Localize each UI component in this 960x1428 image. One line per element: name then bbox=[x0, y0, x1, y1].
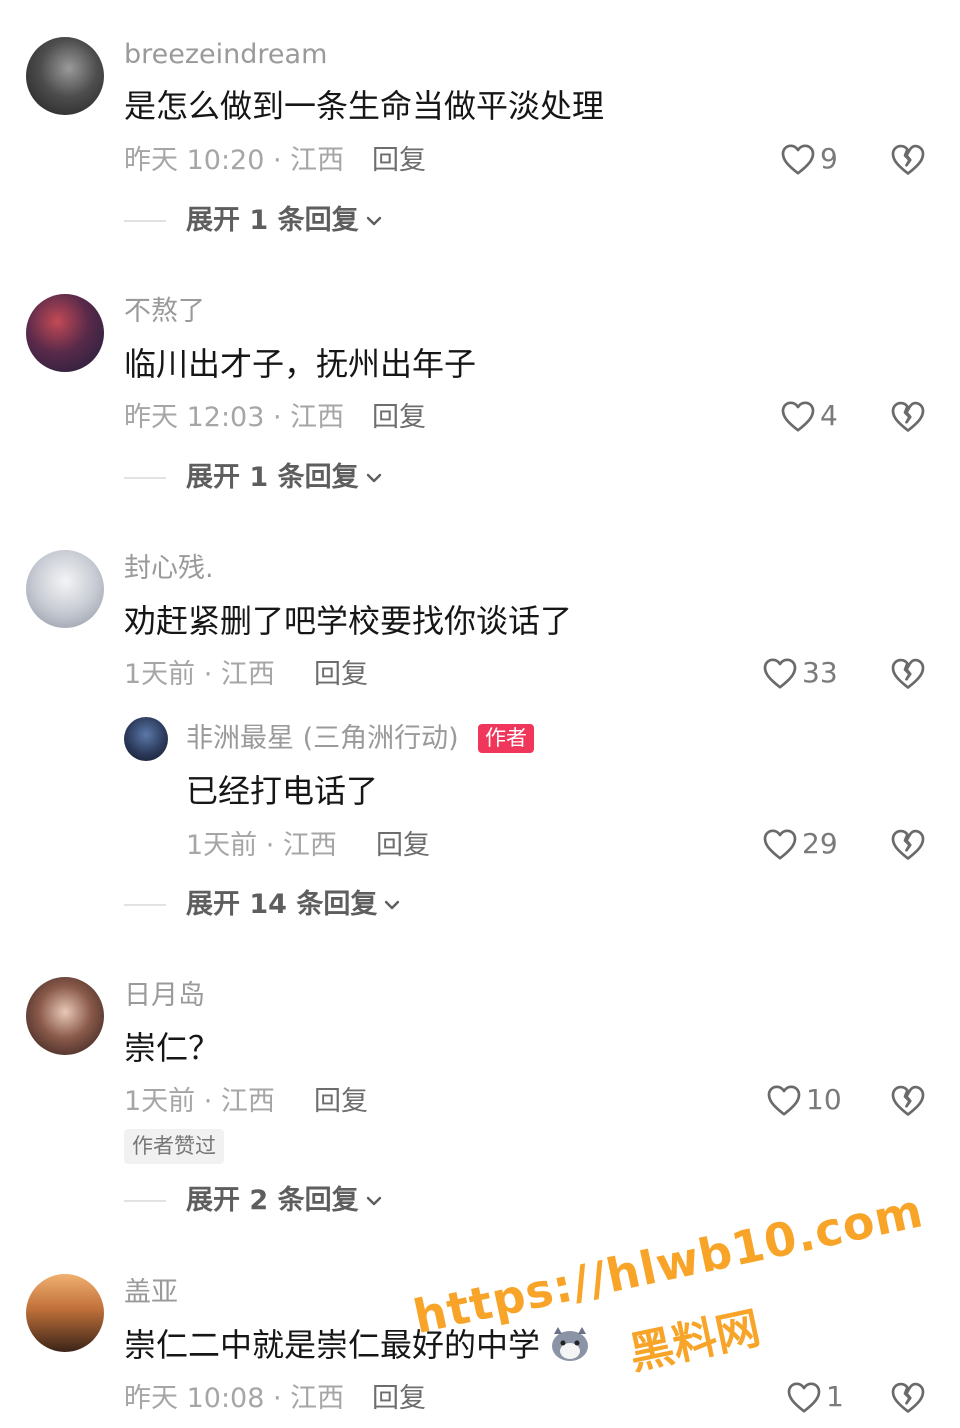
broken-heart-icon[interactable] bbox=[890, 399, 926, 435]
like-button[interactable]: 29 bbox=[762, 827, 838, 861]
watermark-name: 黑料网 bbox=[624, 1302, 765, 1381]
broken-heart-icon[interactable] bbox=[890, 142, 926, 178]
expand-label: 展开 1 条回复 bbox=[186, 462, 359, 493]
avatar[interactable] bbox=[26, 37, 104, 115]
username[interactable]: 不熬了 bbox=[124, 298, 205, 325]
expand-label: 展开 2 条回复 bbox=[186, 1185, 359, 1216]
reply-button[interactable]: 回复 bbox=[372, 147, 426, 174]
chevron-down-icon bbox=[385, 900, 400, 909]
expand-replies-button[interactable]: 展开 1 条回复 bbox=[124, 207, 383, 234]
broken-heart-icon[interactable] bbox=[890, 656, 926, 692]
comment-text: 劝赶紧删了吧学校要找你谈话了 bbox=[124, 602, 573, 640]
comment-meta: 昨天 12:03 · 江西 bbox=[124, 402, 345, 433]
chevron-down-icon bbox=[366, 216, 381, 225]
divider bbox=[124, 219, 166, 222]
reply-button[interactable]: 回复 bbox=[372, 1385, 426, 1412]
divider bbox=[124, 903, 166, 906]
like-count: 4 bbox=[820, 399, 838, 432]
reply-button[interactable]: 回复 bbox=[314, 661, 368, 688]
comment-meta: 昨天 10:20 · 江西 bbox=[124, 145, 345, 176]
comment-meta: 1天前 · 江西 bbox=[186, 830, 337, 861]
username[interactable]: 封心残. bbox=[124, 555, 214, 582]
heart-icon bbox=[767, 1085, 801, 1116]
heart-icon bbox=[763, 658, 797, 689]
avatar[interactable] bbox=[26, 1274, 104, 1352]
username[interactable]: 非洲最星 (三角洲行动) bbox=[186, 725, 459, 752]
comment-meta: 昨天 10:08 · 江西 bbox=[124, 1383, 345, 1414]
author-badge: 作者 bbox=[478, 724, 534, 754]
avatar[interactable] bbox=[124, 717, 168, 761]
like-button[interactable]: 4 bbox=[780, 399, 838, 433]
comment-text: 是怎么做到一条生命当做平淡处理 bbox=[124, 87, 605, 125]
emoji-icon bbox=[552, 1327, 588, 1361]
comment-text: 崇仁二中就是崇仁最好的中学 bbox=[124, 1326, 541, 1364]
username[interactable]: breezeindream bbox=[124, 41, 327, 68]
like-count: 1 bbox=[826, 1380, 844, 1413]
avatar[interactable] bbox=[26, 294, 104, 372]
heart-icon bbox=[787, 1382, 821, 1413]
like-button[interactable]: 1 bbox=[786, 1380, 844, 1414]
username[interactable]: 盖亚 bbox=[124, 1279, 178, 1306]
comment-text: 已经打电话了 bbox=[186, 772, 379, 810]
like-count: 9 bbox=[820, 142, 838, 175]
like-button[interactable]: 33 bbox=[762, 656, 838, 690]
broken-heart-icon[interactable] bbox=[890, 1083, 926, 1119]
like-count: 29 bbox=[802, 827, 838, 860]
like-button[interactable]: 10 bbox=[766, 1083, 842, 1117]
heart-icon bbox=[781, 144, 815, 175]
reply-button[interactable]: 回复 bbox=[372, 404, 426, 431]
expand-label: 展开 1 条回复 bbox=[186, 205, 359, 236]
chevron-down-icon bbox=[366, 1196, 381, 1205]
comment-text: 崇仁？ bbox=[124, 1029, 221, 1067]
chevron-down-icon bbox=[366, 473, 381, 482]
expand-label: 展开 14 条回复 bbox=[186, 889, 378, 920]
like-count: 10 bbox=[806, 1083, 842, 1116]
reply-button[interactable]: 回复 bbox=[314, 1088, 368, 1115]
avatar[interactable] bbox=[26, 550, 104, 628]
expand-replies-button[interactable]: 展开 2 条回复 bbox=[124, 1187, 383, 1214]
heart-icon bbox=[781, 401, 815, 432]
reply-button[interactable]: 回复 bbox=[376, 832, 430, 859]
divider bbox=[124, 1199, 166, 1202]
broken-heart-icon[interactable] bbox=[890, 1380, 926, 1416]
divider bbox=[124, 476, 166, 479]
comment-meta: 1天前 · 江西 bbox=[124, 1086, 275, 1117]
comment-meta: 1天前 · 江西 bbox=[124, 659, 275, 690]
comment-text: 临川出才子，抚州出年子 bbox=[124, 345, 477, 383]
expand-replies-button[interactable]: 展开 1 条回复 bbox=[124, 464, 383, 491]
username[interactable]: 日月岛 bbox=[124, 982, 205, 1009]
author-liked-badge: 作者赞过 bbox=[124, 1129, 224, 1165]
heart-icon bbox=[763, 829, 797, 860]
broken-heart-icon[interactable] bbox=[890, 827, 926, 863]
like-button[interactable]: 9 bbox=[780, 142, 838, 176]
expand-replies-button[interactable]: 展开 14 条回复 bbox=[124, 891, 401, 918]
avatar[interactable] bbox=[26, 977, 104, 1055]
like-count: 33 bbox=[802, 656, 838, 689]
